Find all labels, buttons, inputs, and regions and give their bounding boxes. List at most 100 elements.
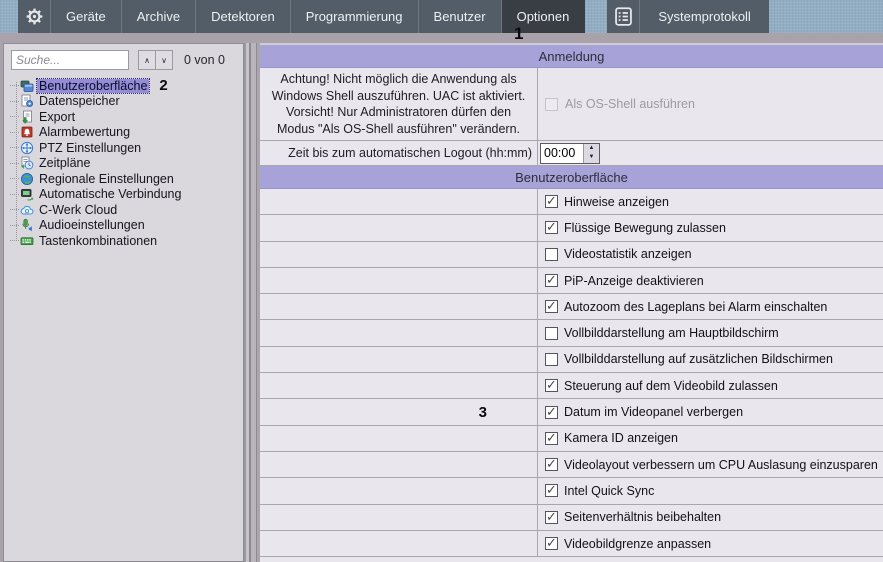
- option-checkbox[interactable]: [545, 458, 558, 471]
- settings-gear-button[interactable]: [18, 0, 51, 33]
- tree-connector: [10, 194, 19, 195]
- option-checkbox[interactable]: [545, 379, 558, 392]
- spinner-down-button[interactable]: ▼: [584, 153, 599, 163]
- topbar-tab[interactable]: Benutzer: [419, 0, 502, 33]
- tree-item-label: Zeitpläne: [37, 156, 92, 170]
- export-icon: [20, 110, 34, 124]
- search-next-button[interactable]: ∨: [155, 50, 173, 70]
- sidebar-tree-item[interactable]: Regionale Einstellungen: [4, 171, 243, 187]
- sidebar-tree-item[interactable]: Alarmbewertung: [4, 125, 243, 141]
- auto-logout-label: Zeit bis zum automatischen Logout (hh:mm…: [288, 146, 532, 160]
- cloud-icon: [20, 203, 34, 217]
- sidebar-tree-item[interactable]: Benutzeroberfläche 2: [4, 78, 243, 94]
- tree-connector: [10, 225, 19, 226]
- option-checkbox[interactable]: [545, 195, 558, 208]
- option-row-spacer-cell: [260, 215, 538, 240]
- option-row-spacer-cell: [260, 242, 538, 267]
- sidebar-tree-item[interactable]: Export: [4, 109, 243, 125]
- section-header-anmeldung: Anmeldung: [260, 45, 883, 68]
- system-log-tab[interactable]: Systemprotokoll: [640, 0, 768, 33]
- tab-label: Benutzer: [434, 9, 486, 24]
- topbar-tab[interactable]: Detektoren: [196, 0, 291, 33]
- tree-item-label: Tastenkombinationen: [37, 234, 159, 248]
- option-label: PiP-Anzeige deaktivieren: [564, 274, 704, 288]
- system-log-button[interactable]: [607, 0, 640, 33]
- sidebar-tree-item[interactable]: Datenspeicher: [4, 94, 243, 110]
- window-divider-strip: [0, 33, 883, 43]
- option-label: Kamera ID anzeigen: [564, 431, 678, 445]
- option-row-spacer-cell: [260, 426, 538, 451]
- sidebar-tree-item[interactable]: PTZ Einstellungen: [4, 140, 243, 156]
- sidebar-splitter[interactable]: [244, 43, 260, 562]
- log-report-icon: [613, 6, 634, 27]
- option-row: Videobildgrenze anpassen: [260, 531, 883, 557]
- auto-connect-icon: [20, 187, 34, 201]
- audio-settings-icon: [20, 218, 34, 232]
- tree-connector: [10, 85, 19, 86]
- option-checkbox[interactable]: [545, 327, 558, 340]
- option-label: Videolayout verbessern um CPU Auslasung …: [564, 458, 878, 472]
- search-input[interactable]: [11, 50, 129, 70]
- user-interface-icon: [20, 79, 34, 93]
- tree-connector: [10, 178, 19, 179]
- option-checkbox[interactable]: [545, 221, 558, 234]
- annotation-number: 3: [479, 404, 487, 421]
- section-header-benutzeroberflaeche: Benutzeroberfläche: [260, 166, 883, 189]
- option-checkbox[interactable]: [545, 353, 558, 366]
- sidebar-tree-item[interactable]: Audioeinstellungen: [4, 218, 243, 234]
- topbar-tab[interactable]: Programmierung: [291, 0, 419, 33]
- tree-item-label: Audioeinstellungen: [37, 218, 147, 232]
- option-checkbox[interactable]: [545, 432, 558, 445]
- option-row-spacer-cell: [260, 531, 538, 556]
- option-label: Autozoom des Lageplans bei Alarm einscha…: [564, 300, 827, 314]
- option-checkbox[interactable]: [545, 484, 558, 497]
- tree-item-label: Alarmbewertung: [37, 125, 132, 139]
- option-checkbox[interactable]: [545, 248, 558, 261]
- topbar-gap: [585, 0, 607, 33]
- tree-connector: [10, 240, 19, 241]
- tab-label: Programmierung: [306, 9, 403, 24]
- option-label: Vollbilddarstellung auf zusätzlichen Bil…: [564, 352, 833, 366]
- option-row-spacer-cell: [260, 478, 538, 503]
- ui-options-list: Hinweise anzeigen Flüssige Bewegung zula…: [260, 189, 883, 557]
- tree-connector: [10, 147, 19, 148]
- option-checkbox[interactable]: [545, 537, 558, 550]
- topbar-tab[interactable]: Archive: [122, 0, 196, 33]
- tree-item-label: Regionale Einstellungen: [37, 172, 176, 186]
- data-storage-icon: [20, 94, 34, 108]
- option-label: Steuerung auf dem Videobild zulassen: [564, 379, 778, 393]
- option-row-spacer-cell: [260, 452, 538, 477]
- sidebar-tree-item[interactable]: Zeitpläne: [4, 156, 243, 172]
- spinner-up-button[interactable]: ▲: [584, 144, 599, 154]
- option-checkbox[interactable]: [545, 406, 558, 419]
- option-label: Datum im Videopanel verbergen: [564, 405, 743, 419]
- section-title: Benutzeroberfläche: [515, 170, 628, 185]
- keyboard-shortcuts-icon: [20, 234, 34, 248]
- search-prev-button[interactable]: ∧: [138, 50, 156, 70]
- option-row: Flüssige Bewegung zulassen: [260, 215, 883, 241]
- option-label: Hinweise anzeigen: [564, 195, 669, 209]
- schedules-icon: [20, 156, 34, 170]
- sidebar-search-row: ∧ ∨ 0 von 0: [4, 44, 243, 73]
- tree-item-label: PTZ Einstellungen: [37, 141, 143, 155]
- topbar-tab[interactable]: Geräte: [51, 0, 122, 33]
- tree-connector: [10, 163, 19, 164]
- option-checkbox[interactable]: [545, 274, 558, 287]
- tree-item-label: Datenspeicher: [37, 94, 122, 108]
- option-row: Seitenverhältnis beibehalten: [260, 505, 883, 531]
- auto-logout-value-input[interactable]: [541, 144, 583, 163]
- option-row: Vollbilddarstellung auf zusätzlichen Bil…: [260, 347, 883, 373]
- ptz-settings-icon: [20, 141, 34, 155]
- option-row-spacer-cell: [260, 347, 538, 372]
- sidebar-tree-item[interactable]: Tastenkombinationen: [4, 233, 243, 249]
- alarm-evaluation-icon: [20, 125, 34, 139]
- sidebar-tree-item[interactable]: Automatische Verbindung: [4, 187, 243, 203]
- sidebar-tree-item[interactable]: C-Werk Cloud: [4, 202, 243, 218]
- option-row-spacer-cell: [260, 505, 538, 530]
- tab-label: Geräte: [66, 9, 106, 24]
- option-checkbox[interactable]: [545, 300, 558, 313]
- tree-item-label: C-Werk Cloud: [37, 203, 119, 217]
- topbar: Geräte Archive Detektoren Programmierung…: [0, 0, 883, 33]
- option-label: Videobildgrenze anpassen: [564, 537, 711, 551]
- option-checkbox[interactable]: [545, 511, 558, 524]
